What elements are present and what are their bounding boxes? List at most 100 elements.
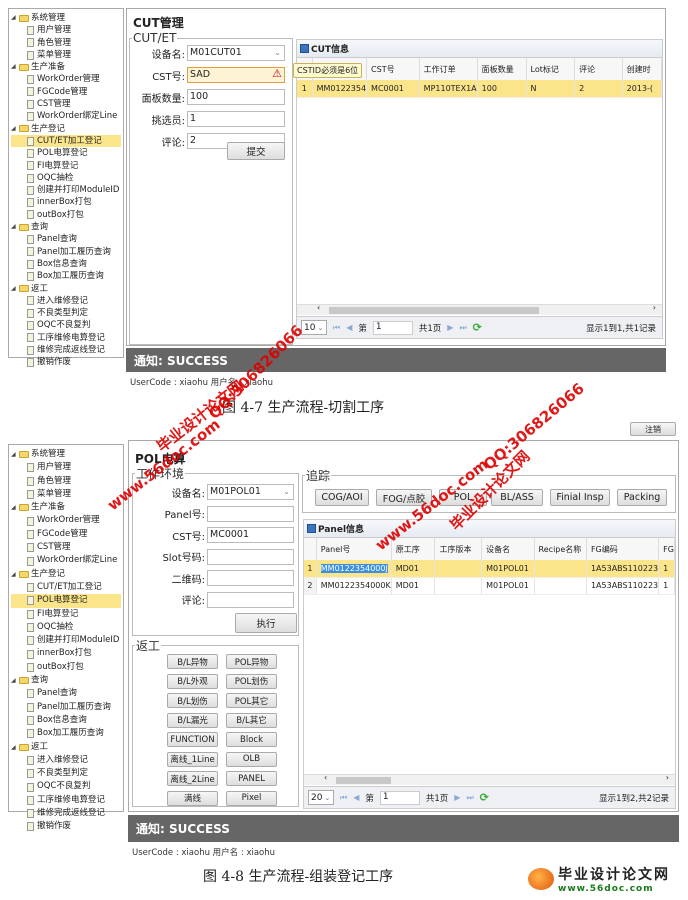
tree-group[interactable]: ◢ 查询 [11,221,121,233]
tree-item[interactable]: 工序维修电算登记 [11,332,121,344]
scroll-left-icon[interactable]: ‹ [324,773,327,782]
tree-item[interactable]: Box信息查询 [11,258,121,270]
tree-item[interactable]: 维修完成返线登记 [11,344,121,356]
column-header[interactable]: Recipe名称 [534,538,587,560]
tree-item[interactable]: 菜单管理 [11,49,121,61]
tree-item[interactable]: OQC抽检 [11,172,121,184]
tree-item[interactable]: 进入维修登记 [11,295,121,307]
chevron-down-icon[interactable]: ⌄ [274,46,281,60]
tree-item[interactable]: OQC不良复判 [11,780,121,793]
tree-item[interactable]: FI电算登记 [11,608,121,621]
rework-button[interactable]: Block [226,732,277,747]
rework-button[interactable]: POL其它 [226,693,277,708]
expand-arrow-icon[interactable]: ◢ [11,741,19,754]
next-page-icon[interactable]: ▶ [447,323,453,332]
tree-item[interactable]: OQC不良复判 [11,319,121,331]
scroll-left-icon[interactable]: ‹ [317,303,320,312]
tree-item[interactable]: Panel加工履历查询 [11,701,121,714]
expand-arrow-icon[interactable]: ◢ [11,283,19,295]
logout-button[interactable]: 注销 [630,422,676,436]
tree-item[interactable]: 用户管理 [11,24,121,36]
page-input[interactable]: 1 [379,790,420,805]
column-header[interactable]: 面板数量 [477,58,527,80]
expand-arrow-icon[interactable]: ◢ [11,123,19,135]
rework-button[interactable]: 离线_1Line [167,751,218,767]
tree-group[interactable]: ◢ 系统管理 [11,12,121,24]
tree-item[interactable]: 不良类型判定 [11,767,121,780]
table-row[interactable]: 1 MM0122354000J MD01 M01POL01 1A53ABS110223 1 [304,560,675,578]
text-field[interactable]: 1 [187,111,285,127]
column-header[interactable]: 创建时 [622,58,662,80]
tree-item[interactable]: Panel查询 [11,233,121,245]
tree-item[interactable]: 不良类型判定 [11,307,121,319]
tree-item[interactable]: 角色管理 [11,475,121,488]
tree-item[interactable]: 撤销作废 [11,356,121,368]
tree-item[interactable]: FGCode管理 [11,528,121,541]
rework-button[interactable]: B/L异物 [167,654,218,669]
column-header[interactable]: CST号 [366,58,420,80]
tree-item[interactable]: CUT/ET加工登记 [11,134,121,148]
page-input[interactable]: 1 [372,320,413,335]
page-size-select[interactable]: 20 ⌄ [308,790,334,805]
rework-button[interactable]: B/L划伤 [167,693,218,708]
track-button[interactable]: Finial Insp [550,489,610,506]
submit-button[interactable]: 提交 [227,142,285,160]
tree-item[interactable]: Box加工履历查询 [11,727,121,740]
tree-item[interactable]: 工序维修电算登记 [11,794,121,807]
horizontal-scrollbar[interactable]: ‹ › [297,303,662,315]
tree-item[interactable]: 创建并打印ModuleID [11,634,121,647]
prev-page-icon[interactable]: ◀ [353,793,359,802]
tree-item[interactable]: OQC抽检 [11,621,121,634]
refresh-icon[interactable]: ⟳ [473,321,482,334]
expand-arrow-icon[interactable]: ◢ [11,674,19,687]
tree-group[interactable]: ◢ 返工 [11,283,121,295]
column-header[interactable]: FG [658,538,675,560]
tree-group[interactable]: ◢ 生产准备 [11,61,121,73]
scroll-right-icon[interactable]: › [653,303,656,312]
track-button[interactable]: Packing [617,489,667,506]
rework-button[interactable]: FUNCTION [167,732,218,747]
tree-item[interactable]: FI电算登记 [11,160,121,172]
last-page-icon[interactable]: ⏭ [466,793,473,803]
tree-group[interactable]: ◢ 返工 [11,741,121,754]
tree-item[interactable]: Panel查询 [11,687,121,700]
text-field[interactable] [207,570,294,586]
horizontal-scrollbar[interactable]: ‹ › [304,773,675,785]
rework-button[interactable]: B/L外观 [167,673,218,689]
tree-group[interactable]: ◢ 生产登记 [11,568,121,581]
text-field[interactable]: MC0001 [207,527,294,543]
select-field[interactable]: M01CUT01 ⌄ [187,45,285,61]
rework-button[interactable]: PANEL [226,771,277,786]
tree-item[interactable]: WorkOrder绑定Line [11,110,121,122]
text-field[interactable] [207,505,294,522]
expand-arrow-icon[interactable]: ◢ [11,448,19,461]
expand-arrow-icon[interactable]: ◢ [11,12,19,24]
expand-arrow-icon[interactable]: ◢ [11,501,19,514]
expand-arrow-icon[interactable]: ◢ [11,568,19,581]
tree-item[interactable]: outBox打包 [11,209,121,221]
tree-item[interactable]: Panel加工履历查询 [11,246,121,258]
select-field[interactable]: M01POL01 ⌄ [207,484,294,500]
first-page-icon[interactable]: ⏮ [333,323,340,333]
first-page-icon[interactable]: ⏮ [340,793,347,803]
table-row[interactable]: 2 MM0122354000K MD01 M01POL01 1A53ABS110223 1 [304,577,675,595]
tree-group[interactable]: ◢ 生产登记 [11,123,121,135]
tree-item[interactable]: Box加工履历查询 [11,270,121,282]
tree-group[interactable]: ◢ 系统管理 [11,448,121,461]
text-field[interactable]: SAD ⚠ [187,67,285,83]
column-header[interactable]: 工作订单 [419,58,478,80]
prev-page-icon[interactable]: ◀ [346,323,352,332]
text-field[interactable]: 100 [187,89,285,105]
tree-item[interactable]: POL电算登记 [11,147,121,159]
rework-button[interactable]: 满线 [167,790,218,806]
text-field[interactable] [207,591,294,608]
tree-item[interactable]: FGCode管理 [11,86,121,98]
track-button[interactable]: COG/AOI [315,489,369,506]
column-header[interactable]: 工序版本 [434,538,483,560]
scroll-thumb[interactable] [329,307,539,314]
refresh-icon[interactable]: ⟳ [480,791,489,804]
expand-arrow-icon[interactable]: ◢ [11,221,19,233]
tree-item[interactable]: 维修完成返线登记 [11,807,121,820]
execute-button[interactable]: 执行 [235,613,297,633]
tree-item[interactable]: CST管理 [11,541,121,554]
